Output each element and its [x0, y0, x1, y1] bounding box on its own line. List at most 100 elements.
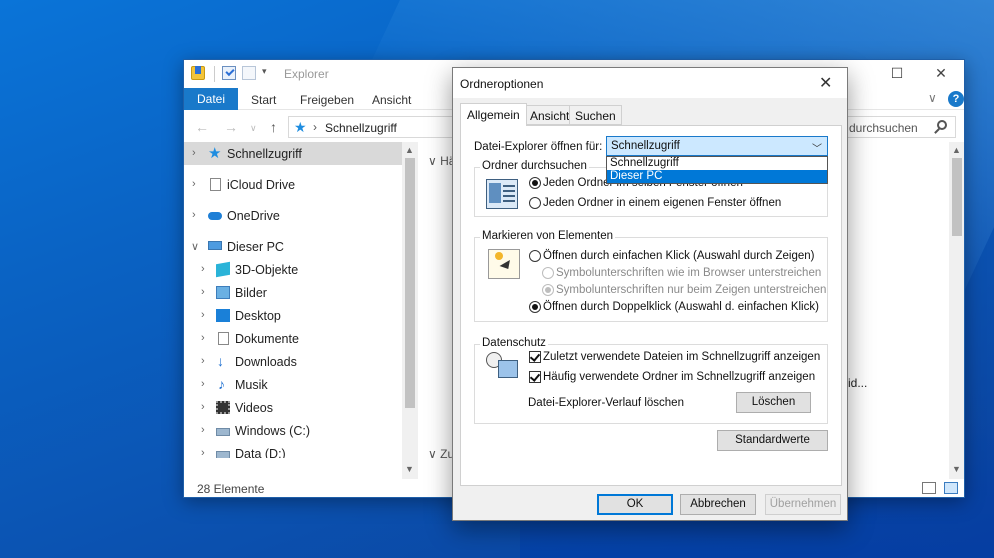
content-group-header-partial-2[interactable]: ∨ Zu	[428, 447, 454, 461]
nav-item-onedrive[interactable]: › OneDrive	[184, 204, 402, 227]
chevron-right-icon[interactable]: ›	[201, 263, 205, 275]
breadcrumb-chevron-icon[interactable]: ›	[313, 120, 317, 134]
address-text: Schnellzugriff	[325, 121, 397, 135]
chevron-right-icon[interactable]: ›	[192, 209, 196, 221]
label-own-window[interactable]: Jeden Ordner in einem eigenen Fenster öf…	[543, 197, 781, 209]
chevron-right-icon[interactable]: ›	[201, 286, 205, 298]
help-icon[interactable]: ?	[948, 91, 964, 107]
recent-locations-icon[interactable]: ∨	[250, 123, 257, 134]
new-folder-icon[interactable]	[242, 66, 256, 80]
chevron-right-icon[interactable]: ›	[201, 355, 205, 367]
option-schnellzugriff[interactable]: Schnellzugriff	[607, 157, 827, 170]
navigation-pane: › ★ Schnellzugriff › iCloud Drive › OneD…	[184, 142, 402, 480]
open-for-select[interactable]: Schnellzugriff ﹀	[606, 136, 828, 156]
maximize-icon[interactable]: ☐	[882, 65, 912, 82]
scroll-down-icon[interactable]: ▼	[405, 464, 414, 474]
large-icons-view-icon[interactable]	[944, 482, 958, 494]
option-dieser-pc[interactable]: Dieser PC	[607, 170, 827, 183]
radio-single-click[interactable]	[529, 250, 541, 262]
nav-item-downloads[interactable]: › ↓ Downloads	[184, 350, 402, 373]
selection-group-title: Markieren von Elementen	[480, 230, 616, 242]
chevron-right-icon[interactable]: ›	[192, 147, 196, 159]
ok-button[interactable]: OK	[597, 494, 673, 515]
restore-defaults-button[interactable]: Standardwerte	[717, 430, 828, 451]
scroll-up-icon[interactable]: ▲	[405, 145, 414, 155]
nav-item-label: Musik	[235, 378, 268, 392]
chevron-down-icon: ∨	[428, 154, 441, 168]
tab-datei[interactable]: Datei	[184, 88, 238, 110]
nav-item-label: Schnellzugriff	[227, 147, 302, 161]
scroll-down-icon[interactable]: ▼	[952, 464, 961, 474]
close-icon[interactable]: ✕	[819, 73, 832, 93]
nav-item-label: Downloads	[235, 355, 297, 369]
label-underline-browser: Symbolunterschriften wie im Browser unte…	[556, 267, 822, 279]
nav-item-label: Windows (C:)	[235, 424, 311, 438]
nav-item-dokumente[interactable]: › Dokumente	[184, 327, 402, 350]
label-recent-files[interactable]: Zuletzt verwendete Dateien im Schnellzug…	[543, 351, 820, 363]
content-scrollbar[interactable]: ▲ ▼	[949, 142, 964, 480]
nav-item-label: Bilder	[235, 286, 267, 300]
label-double-click[interactable]: Öffnen durch Doppelklick (Auswahl d. ein…	[543, 301, 819, 313]
tab-start[interactable]: Start	[251, 93, 276, 107]
cancel-button[interactable]: Abbrechen	[680, 494, 756, 515]
chevron-down-icon[interactable]: ∨	[191, 240, 199, 253]
music-icon: ♪	[218, 376, 225, 392]
chevron-right-icon[interactable]: ›	[192, 178, 196, 190]
checkbox-frequent-folders[interactable]	[529, 371, 541, 383]
tab-ansicht[interactable]: Ansicht	[372, 93, 411, 107]
quick-access-dropdown-icon[interactable]: ▾	[262, 66, 267, 77]
tab-allgemein[interactable]: Allgemein	[460, 103, 527, 126]
cloud-icon	[208, 212, 222, 220]
chevron-right-icon[interactable]: ›	[201, 401, 205, 413]
window-illustration-icon	[486, 179, 518, 209]
nav-item-label: Dokumente	[235, 332, 299, 346]
nav-item-icloud-drive[interactable]: › iCloud Drive	[184, 173, 402, 196]
label-frequent-folders[interactable]: Häufig verwendete Ordner im Schnellzugri…	[543, 371, 815, 383]
tab-suchen[interactable]: Suchen	[569, 105, 622, 125]
back-arrow-icon[interactable]: ←	[195, 119, 209, 135]
properties-icon[interactable]	[222, 66, 236, 80]
chevron-right-icon[interactable]: ›	[201, 424, 205, 436]
address-box[interactable]: ★ › Schnellzugriff	[288, 116, 456, 138]
nav-item-videos[interactable]: › Videos	[184, 396, 402, 419]
nav-item-bilder[interactable]: › Bilder	[184, 281, 402, 304]
chevron-right-icon[interactable]: ›	[201, 447, 205, 458]
apply-button[interactable]: Übernehmen	[765, 494, 841, 515]
chevron-right-icon[interactable]: ›	[201, 378, 205, 390]
download-icon: ↓	[217, 353, 224, 369]
nav-item-schnellzugriff[interactable]: › ★ Schnellzugriff	[184, 142, 402, 165]
scroll-up-icon[interactable]: ▲	[952, 145, 961, 155]
pictures-icon	[216, 286, 230, 299]
click-illustration-icon	[488, 249, 520, 279]
nav-item-data-d[interactable]: › Data (D:)	[184, 442, 402, 458]
details-view-icon[interactable]	[922, 482, 936, 494]
chevron-right-icon[interactable]: ›	[201, 332, 205, 344]
star-icon: ★	[208, 145, 222, 162]
content-scroll-thumb[interactable]	[952, 158, 962, 236]
open-for-dropdown-list: Schnellzugriff Dieser PC	[606, 156, 828, 184]
content-item-partial[interactable]: id...	[848, 376, 867, 390]
tab-ansicht[interactable]: Ansicht	[524, 105, 576, 125]
clear-history-button[interactable]: Löschen	[736, 392, 811, 413]
search-input[interactable]: durchsuchen	[844, 116, 956, 138]
tab-freigeben[interactable]: Freigeben	[300, 93, 354, 107]
nav-item-musik[interactable]: › ♪ Musik	[184, 373, 402, 396]
radio-own-window[interactable]	[529, 197, 541, 209]
radio-same-window[interactable]	[529, 177, 541, 189]
computer-icon	[208, 241, 222, 250]
nav-item-dieser-pc[interactable]: ∨ Dieser PC	[184, 235, 402, 258]
nav-scrollbar[interactable]: ▲ ▼	[402, 142, 418, 480]
nav-item-windows-c[interactable]: › Windows (C:)	[184, 419, 402, 442]
label-single-click[interactable]: Öffnen durch einfachen Klick (Auswahl du…	[543, 250, 814, 262]
close-icon[interactable]: ✕	[926, 65, 956, 82]
nav-item-desktop[interactable]: › Desktop	[184, 304, 402, 327]
nav-scroll-thumb[interactable]	[405, 158, 415, 408]
nav-item-3d-objekte[interactable]: › 3D-Objekte	[184, 258, 402, 281]
checkbox-recent-files[interactable]	[529, 351, 541, 363]
chevron-right-icon[interactable]: ›	[201, 309, 205, 321]
up-arrow-icon[interactable]: ↑	[270, 119, 277, 135]
ribbon-expand-icon[interactable]: ∨	[928, 91, 937, 105]
radio-double-click[interactable]	[529, 301, 541, 313]
forward-arrow-icon[interactable]: →	[224, 119, 238, 135]
label-underline-hover: Symbolunterschriften nur beim Zeigen unt…	[556, 284, 827, 296]
